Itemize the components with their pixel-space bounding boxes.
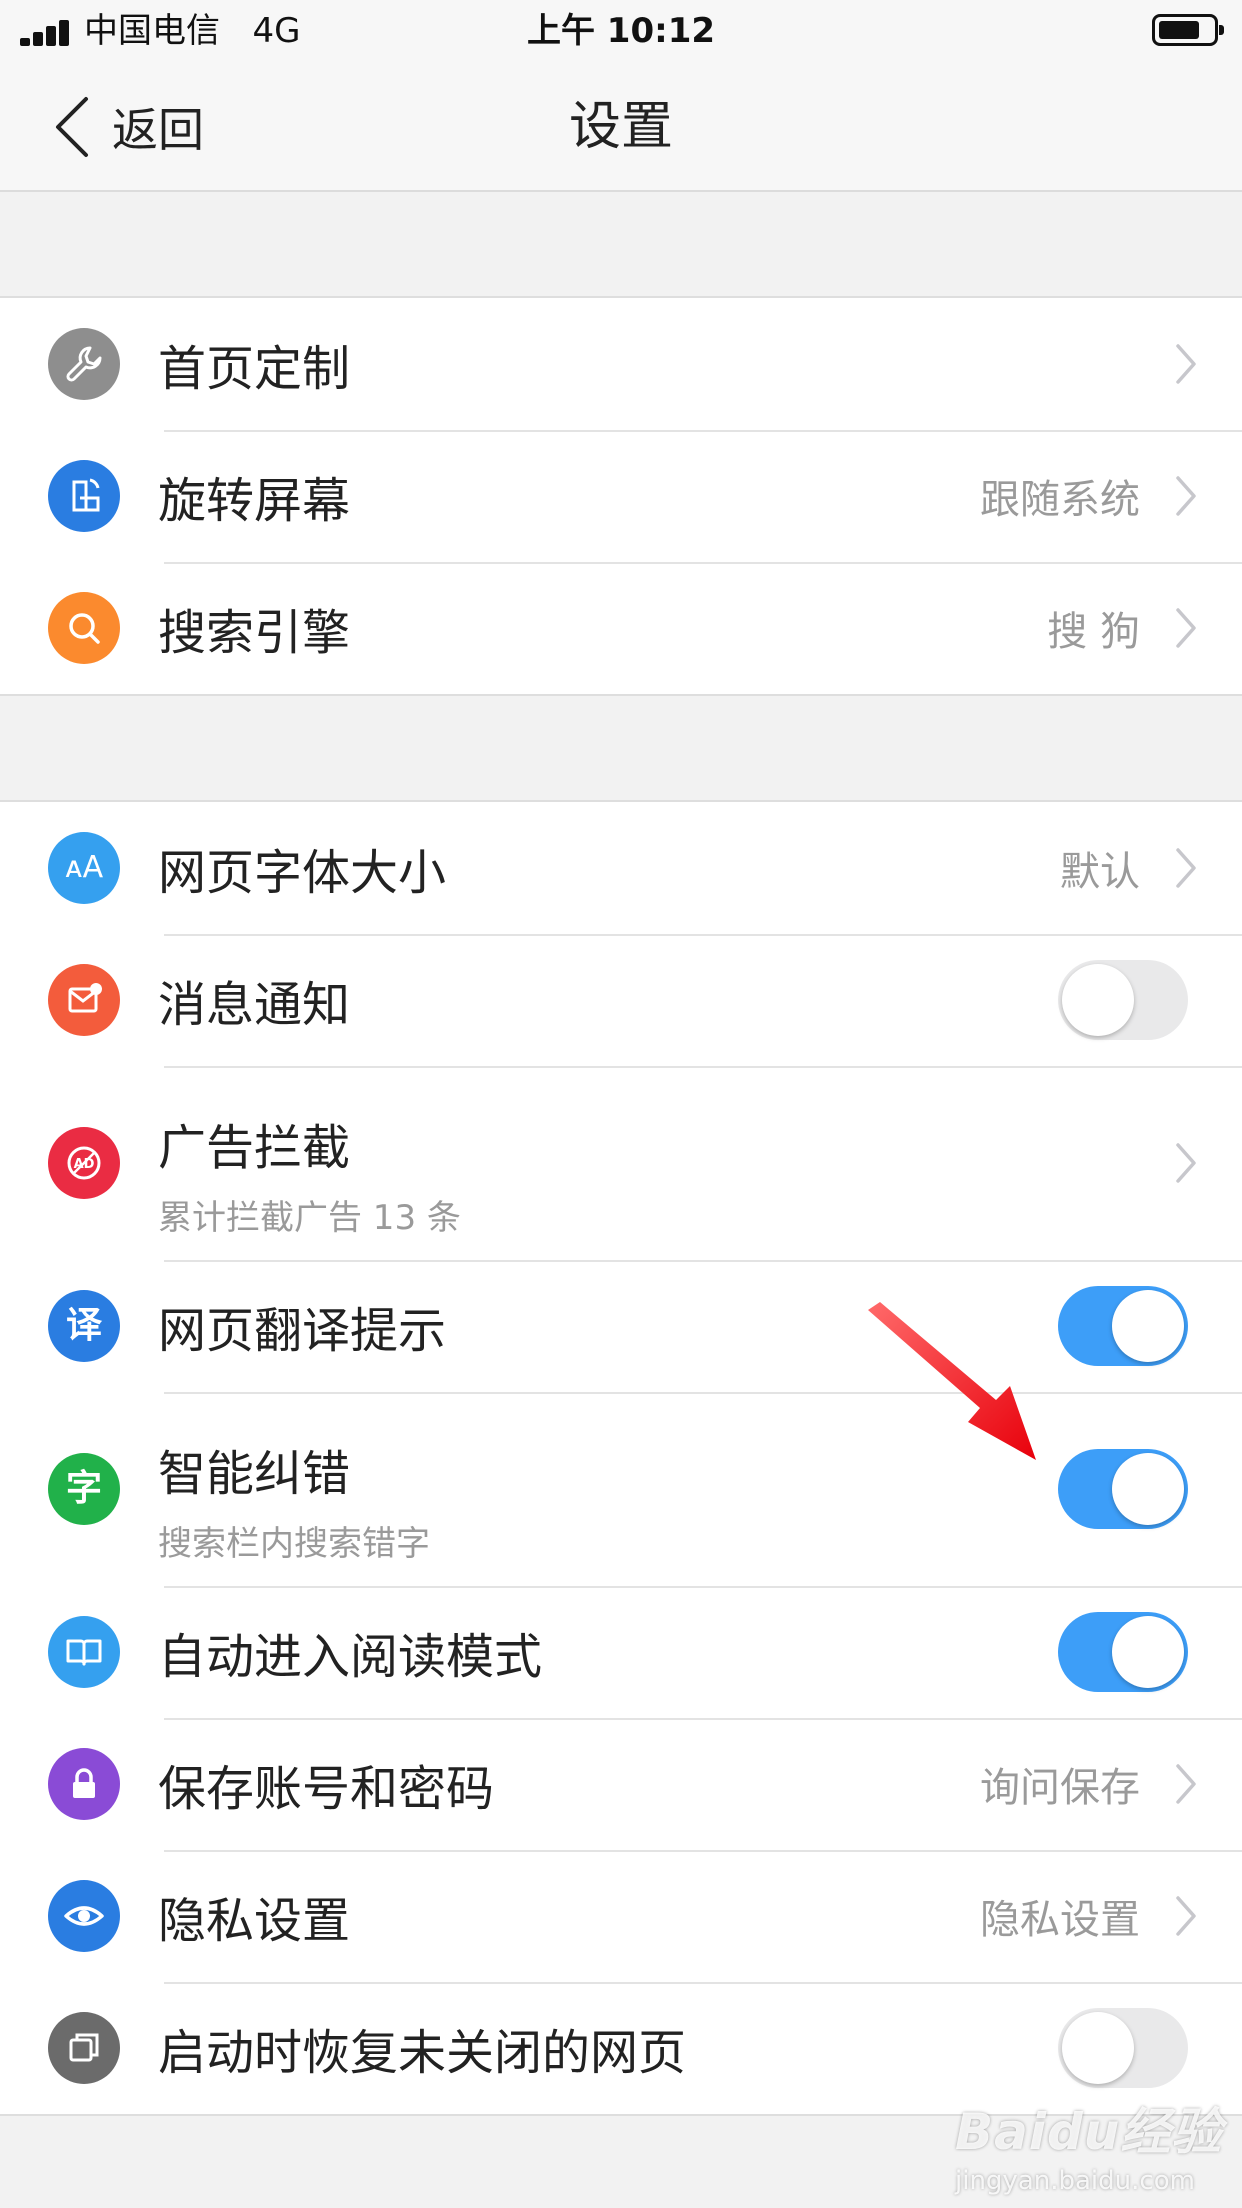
settings-group-general: 首页定制 旋转屏幕 跟随系统 搜索引擎 搜 狗 — [0, 296, 1242, 696]
setting-row-homepage-custom[interactable]: 首页定制 — [0, 298, 1242, 430]
restore-pages-icon — [48, 2012, 120, 2084]
setting-subtitle: 累计拦截广告 13 条 — [158, 1198, 461, 1238]
translate-icon: 译 — [48, 1290, 120, 1362]
setting-label: 网页翻译提示 — [158, 1303, 447, 1359]
status-bar: 中国电信 4G 上午 10:12 — [0, 0, 1242, 62]
setting-value: 默认 — [1060, 849, 1140, 895]
annotation-arrow-icon — [868, 1302, 1036, 1460]
chevron-right-icon — [1176, 344, 1196, 384]
setting-label: 隐私设置 — [158, 1893, 351, 1949]
setting-label: 消息通知 — [158, 977, 351, 1033]
setting-row-search-engine[interactable]: 搜索引擎 搜 狗 — [0, 562, 1242, 694]
chevron-right-icon — [1176, 476, 1196, 516]
eye-icon — [48, 1880, 120, 1952]
setting-row-save-password[interactable]: 保存账号和密码 询问保存 — [0, 1718, 1242, 1850]
chevron-right-icon — [1176, 1764, 1196, 1804]
watermark: Baidu经验 jingyan.baidu.com — [955, 2092, 1222, 2196]
message-icon — [48, 964, 120, 1036]
setting-label: 首页定制 — [158, 341, 351, 397]
status-time: 上午 10:12 — [526, 11, 716, 51]
setting-row-font-size[interactable]: ᴀA 网页字体大小 默认 — [0, 802, 1242, 934]
setting-label: 旋转屏幕 — [158, 473, 351, 529]
setting-label: 广告拦截 — [158, 1120, 351, 1176]
watermark-site: jingyan.baidu.com — [955, 2166, 1195, 2196]
lock-icon — [48, 1748, 120, 1820]
setting-label: 启动时恢复未关闭的网页 — [158, 2025, 687, 2081]
setting-value: 隐私设置 — [980, 1897, 1140, 1943]
restore-pages-toggle[interactable] — [1058, 2008, 1188, 2088]
setting-label: 自动进入阅读模式 — [158, 1629, 543, 1685]
rotate-screen-icon — [48, 460, 120, 532]
character-icon: 字 — [48, 1453, 120, 1525]
chevron-right-icon — [1176, 848, 1196, 888]
setting-row-translate-prompt: 译 网页翻译提示 — [0, 1260, 1242, 1392]
setting-row-privacy[interactable]: 隐私设置 隐私设置 — [0, 1850, 1242, 1982]
message-notification-toggle[interactable] — [1058, 960, 1188, 1040]
setting-row-message-notification: 消息通知 — [0, 934, 1242, 1066]
setting-subtitle: 搜索栏内搜索错字 — [158, 1524, 430, 1564]
battery-icon — [1152, 14, 1224, 46]
font-size-icon: ᴀA — [48, 832, 120, 904]
chevron-right-icon — [1176, 1143, 1196, 1183]
setting-row-ad-block[interactable]: AD 广告拦截 累计拦截广告 13 条 — [0, 1066, 1242, 1260]
setting-label: 保存账号和密码 — [158, 1761, 495, 1817]
smart-correction-toggle[interactable] — [1058, 1449, 1188, 1529]
search-icon — [48, 592, 120, 664]
navigation-bar: 返回 设置 — [0, 62, 1242, 192]
settings-group-browsing: ᴀA 网页字体大小 默认 消息通知 AD 广告拦截 累计拦截广告 13 条 译 … — [0, 800, 1242, 2116]
translate-prompt-toggle[interactable] — [1058, 1286, 1188, 1366]
setting-label: 智能纠错 — [158, 1446, 351, 1502]
page-title: 设置 — [568, 97, 673, 157]
wrench-icon — [48, 328, 120, 400]
chevron-right-icon — [1176, 1896, 1196, 1936]
chevron-right-icon — [1176, 608, 1196, 648]
setting-value: 搜 狗 — [1047, 609, 1140, 655]
reading-mode-toggle[interactable] — [1058, 1612, 1188, 1692]
setting-row-reading-mode: 自动进入阅读模式 — [0, 1586, 1242, 1718]
setting-value: 跟随系统 — [980, 477, 1140, 523]
setting-row-rotate-screen[interactable]: 旋转屏幕 跟随系统 — [0, 430, 1242, 562]
setting-label: 网页字体大小 — [158, 845, 447, 901]
ad-block-icon: AD — [48, 1127, 120, 1199]
watermark-brand: Baidu经验 — [955, 2103, 1223, 2161]
setting-label: 搜索引擎 — [158, 605, 351, 661]
setting-value: 询问保存 — [980, 1765, 1140, 1811]
setting-row-smart-correction: 字 智能纠错 搜索栏内搜索错字 — [0, 1392, 1242, 1586]
book-icon — [48, 1616, 120, 1688]
